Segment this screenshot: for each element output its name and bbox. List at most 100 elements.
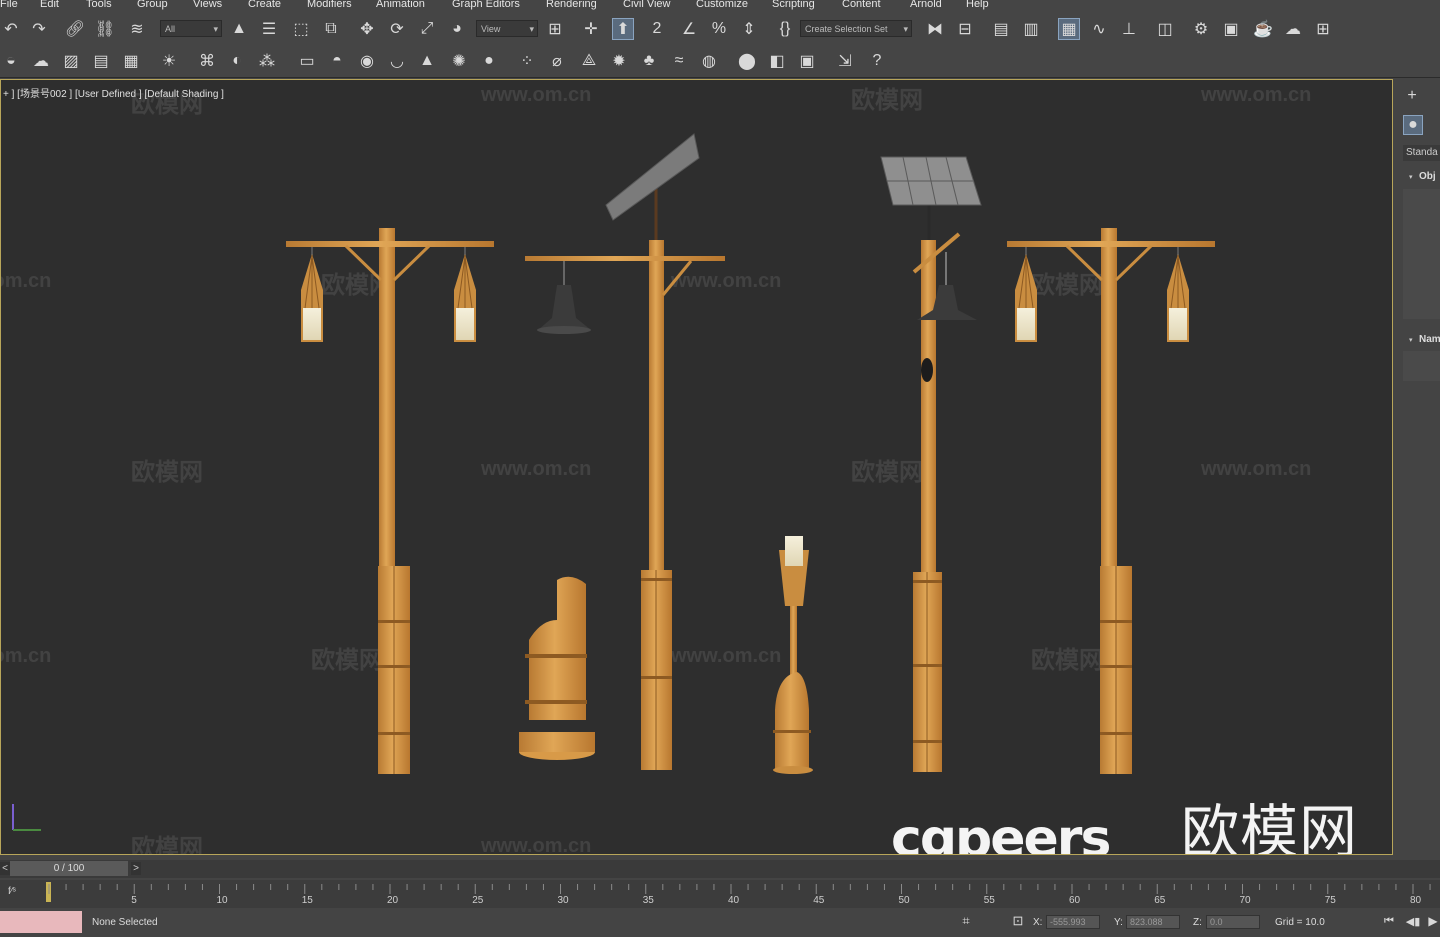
- hair-icon[interactable]: ≈: [668, 50, 690, 72]
- link-icon[interactable]: 🔗︎: [64, 18, 86, 40]
- pivot-center-icon[interactable]: ⊞: [544, 18, 566, 40]
- name-color-rollout[interactable]: Nam: [1419, 334, 1440, 345]
- paint-icon[interactable]: ◧: [766, 50, 788, 72]
- volume-icon[interactable]: ◍: [698, 50, 720, 72]
- mirror-icon[interactable]: ⧓: [924, 18, 946, 40]
- menu-animation[interactable]: Animation: [376, 0, 425, 10]
- bamboo-lamp-post-double-lantern[interactable]: [286, 228, 494, 774]
- menu-rendering[interactable]: Rendering: [546, 0, 597, 10]
- menu-civil-view[interactable]: Civil View: [623, 0, 670, 10]
- tree-icon[interactable]: ⟁: [578, 50, 600, 72]
- selection-filter-dropdown[interactable]: All: [160, 20, 222, 37]
- geometry-icon[interactable]: ●: [1403, 115, 1423, 135]
- menu-graph-editors[interactable]: Graph Editors: [452, 0, 520, 10]
- bind-space-warp-icon[interactable]: ≋: [126, 18, 148, 40]
- select-object-icon[interactable]: ▲: [228, 18, 250, 40]
- previous-frame-icon[interactable]: ◀▮: [1404, 911, 1422, 931]
- document-icon[interactable]: ▤: [90, 50, 112, 72]
- object-type-dropdown[interactable]: Standa: [1403, 145, 1440, 161]
- time-slider-thumb[interactable]: 0 / 100: [10, 861, 128, 876]
- table-icon[interactable]: ▦: [120, 50, 142, 72]
- menu-scripting[interactable]: Scripting: [772, 0, 815, 10]
- track-bar[interactable]: f⁄ˢ 5 10 15 20 25 30 35 40 45 50 55 60 65 70 75 80: [0, 880, 1440, 908]
- menu-help[interactable]: Help: [966, 0, 989, 10]
- export-icon[interactable]: ⇲: [834, 50, 856, 72]
- menu-edit[interactable]: Edit: [40, 0, 59, 10]
- maxscript-listener[interactable]: [0, 911, 82, 933]
- plane-icon[interactable]: ▭: [296, 50, 318, 72]
- snaps-toggle-icon[interactable]: 2: [646, 18, 668, 40]
- isolate-icon[interactable]: ⌗: [956, 911, 976, 931]
- absolute-mode-icon[interactable]: ⊡: [1008, 911, 1028, 931]
- camera-icon[interactable]: ⌘: [196, 50, 218, 72]
- menu-content[interactable]: Content: [842, 0, 881, 10]
- ball-icon[interactable]: ⬤: [736, 50, 758, 72]
- image-icon[interactable]: ▨: [60, 50, 82, 72]
- bamboo-lamp-post-solar-bracket[interactable]: [880, 156, 982, 772]
- rotate-icon[interactable]: ⟳: [386, 18, 408, 40]
- named-selection-dropdown[interactable]: Create Selection Set: [800, 20, 912, 37]
- curve-editor-icon[interactable]: ∿: [1088, 18, 1110, 40]
- create-tab-icon[interactable]: +: [1401, 85, 1423, 107]
- bowl-icon[interactable]: ◡: [386, 50, 408, 72]
- x-coordinate-field[interactable]: -555.993: [1046, 915, 1100, 929]
- render-shortcuts-icon[interactable]: ⊞: [1312, 18, 1334, 40]
- spinner-snap-icon[interactable]: ⇕: [738, 18, 760, 40]
- select-and-manipulate-icon[interactable]: ✛: [580, 18, 602, 40]
- render-setup-icon[interactable]: ⚙: [1190, 18, 1212, 40]
- cloud-icon[interactable]: ☁: [30, 50, 52, 72]
- bamboo-torch-light[interactable]: [773, 536, 813, 774]
- render-in-cloud-icon[interactable]: ☁: [1282, 18, 1304, 40]
- gear-icon[interactable]: ✹: [608, 50, 630, 72]
- reference-coordinate-dropdown[interactable]: View: [476, 20, 538, 37]
- play-icon[interactable]: ▶: [1426, 911, 1440, 931]
- y-coordinate-field[interactable]: 823.088: [1126, 915, 1180, 929]
- rectangular-selection-icon[interactable]: ⬚: [290, 18, 312, 40]
- help-icon[interactable]: ?: [866, 50, 888, 72]
- scale-icon[interactable]: ⤢: [416, 18, 438, 40]
- teapot-icon[interactable]: ◒: [0, 50, 22, 72]
- schematic-view-icon[interactable]: ⊥: [1118, 18, 1140, 40]
- scatter-icon[interactable]: ⁘: [516, 50, 538, 72]
- next-frame-button[interactable]: >: [131, 862, 141, 875]
- go-to-start-icon[interactable]: ⏮: [1380, 911, 1398, 931]
- layer-explorer-icon[interactable]: ▥: [1020, 18, 1042, 40]
- particles-icon[interactable]: ⁂: [256, 50, 278, 72]
- toggle-ribbon-icon[interactable]: ▦: [1058, 18, 1080, 40]
- menu-group[interactable]: Group: [137, 0, 168, 10]
- z-coordinate-field[interactable]: 0.0: [1206, 915, 1260, 929]
- edit-named-selection-icon[interactable]: {}: [774, 18, 796, 40]
- select-by-name-icon[interactable]: ☰: [258, 18, 280, 40]
- bamboo-stump-light[interactable]: [519, 576, 595, 760]
- align-icon[interactable]: ⊟: [954, 18, 976, 40]
- scene-objects[interactable]: [1, 80, 1393, 855]
- prev-frame-button[interactable]: <: [0, 862, 10, 875]
- light-icon[interactable]: ☀: [158, 50, 180, 72]
- move-icon[interactable]: ✥: [356, 18, 378, 40]
- plant-icon[interactable]: ♣: [638, 50, 660, 72]
- percent-snap-icon[interactable]: %: [708, 18, 730, 40]
- angle-snap-icon[interactable]: ∠: [678, 18, 700, 40]
- menu-modifiers[interactable]: Modifiers: [307, 0, 352, 10]
- dome-icon[interactable]: ◓: [326, 50, 348, 72]
- sphere-half-icon[interactable]: ◐: [226, 50, 248, 72]
- rendered-frame-window-icon[interactable]: ▣: [1220, 18, 1242, 40]
- menu-customize[interactable]: Customize: [696, 0, 748, 10]
- menu-tools[interactable]: Tools: [86, 0, 112, 10]
- bamboo-lamp-post-double-lantern-right[interactable]: [1007, 228, 1215, 774]
- place-icon[interactable]: ◕: [446, 18, 468, 40]
- scene-explorer-icon[interactable]: ▤: [990, 18, 1012, 40]
- time-slider[interactable]: < 0 / 100 >: [0, 860, 1440, 878]
- cone-icon[interactable]: ▲: [416, 50, 438, 72]
- menu-file[interactable]: File: [0, 0, 18, 10]
- sphere-icon[interactable]: ●: [478, 50, 500, 72]
- menu-arnold[interactable]: Arnold: [910, 0, 942, 10]
- disc-icon[interactable]: ◉: [356, 50, 378, 72]
- material-editor-icon[interactable]: ◫: [1154, 18, 1176, 40]
- render-production-icon[interactable]: ☕: [1252, 18, 1274, 40]
- monitor-icon[interactable]: ▣: [796, 50, 818, 72]
- tube-icon[interactable]: ⌀: [546, 50, 568, 72]
- object-type-rollout[interactable]: Obj: [1419, 171, 1436, 182]
- redo-icon[interactable]: ↷: [28, 18, 50, 40]
- menu-create[interactable]: Create: [248, 0, 281, 10]
